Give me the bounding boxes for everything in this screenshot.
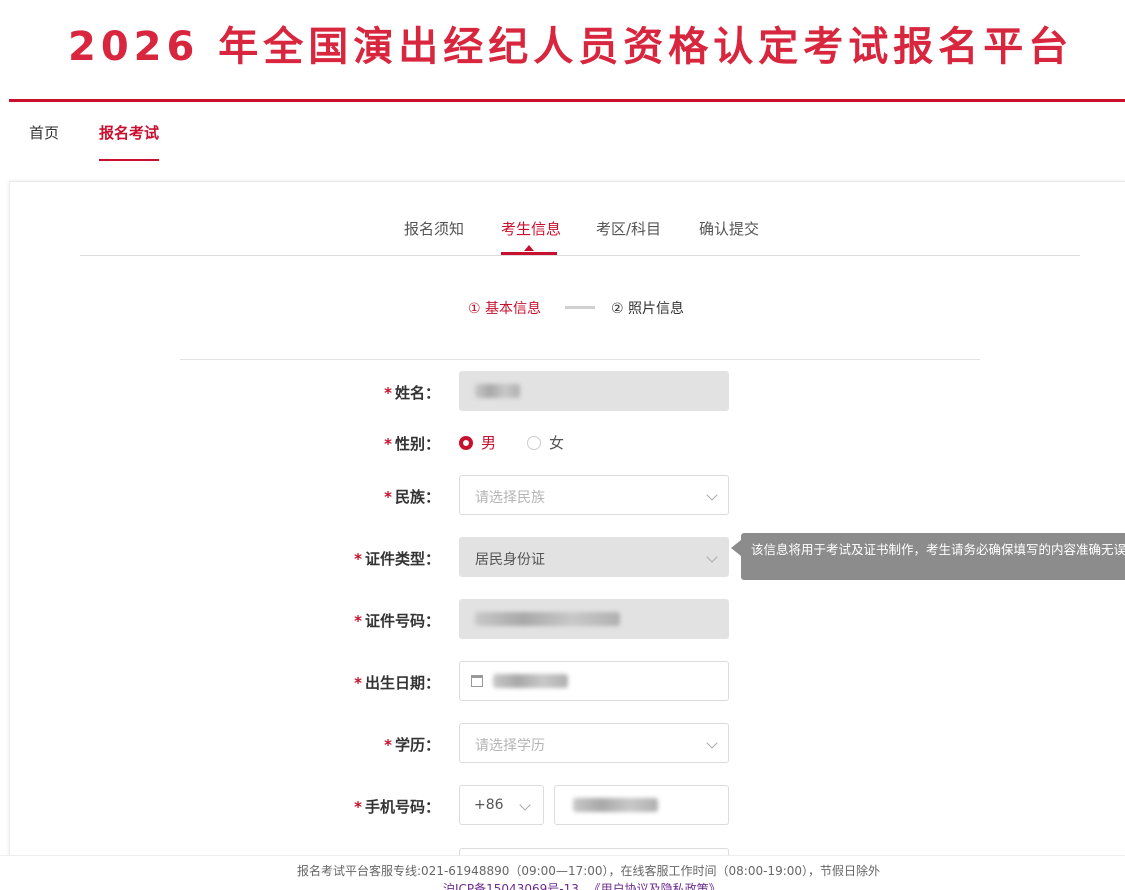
chevron-down-icon — [519, 799, 531, 811]
form-row-phone: * 手机号码： +86 — [0, 785, 1120, 825]
ethnicity-placeholder: 请选择民族 — [475, 490, 545, 506]
tab-exam-area-subject[interactable]: 考区/科目 — [596, 218, 661, 239]
nav-exam-link[interactable]: 报名考试 — [99, 122, 159, 143]
page: 2026 年全国演出经纪人员资格认定考试报名平台 首页 报名考试 报名须知 考生… — [0, 0, 1125, 890]
id-type-label: * 证件类型： — [354, 550, 440, 568]
header-banner: 2026 年全国演出经纪人员资格认定考试报名平台 — [0, 0, 1125, 102]
gender-male-radio[interactable]: 男 — [459, 432, 496, 453]
birth-date-label: * 出生日期： — [354, 674, 440, 692]
site-title: 2026 年全国演出经纪人员资格认定考试报名平台 — [68, 24, 1074, 70]
ethnicity-select[interactable]: 请选择民族 — [459, 475, 729, 515]
form-row-ethnicity: * 民族： 请选择民族 — [0, 475, 1120, 515]
phone-label: * 手机号码： — [354, 798, 440, 816]
form-row-id-number: * 证件号码： — [0, 599, 1120, 639]
step-separator — [565, 306, 595, 309]
tab-active-underline — [501, 252, 557, 255]
radio-checked-icon — [459, 436, 473, 450]
footer: 报名考试平台客服专线:021-61948890（09:00—17:00），在线客… — [0, 855, 1125, 890]
redacted-value — [493, 674, 568, 688]
phone-country-code-select[interactable]: +86 — [459, 785, 544, 825]
radio-unchecked-icon — [527, 436, 541, 450]
name-label: * 姓名： — [384, 384, 440, 402]
form-divider — [180, 359, 980, 360]
id-type-select[interactable]: 居民身份证 — [459, 537, 729, 577]
id-info-tooltip: 该信息将用于考试及证书制作，考生请务必确保填写的内容准确无误 — [741, 533, 1125, 580]
birth-date-picker[interactable] — [459, 661, 729, 701]
step-indicator: ① 基本信息 ② 照片信息 — [10, 294, 1125, 324]
phone-code-value: +86 — [474, 797, 504, 813]
footer-links: 沪ICP备15043069号-13 《用户协议及隐私政策》 — [443, 880, 721, 890]
phone-number-input[interactable] — [554, 785, 729, 825]
top-nav: 首页 报名考试 — [0, 102, 1125, 162]
education-placeholder: 请选择学历 — [475, 738, 545, 754]
registration-tabs: 报名须知 考生信息 考区/科目 确认提交 — [80, 214, 1080, 256]
form-row-birth-date: * 出生日期： — [0, 661, 1120, 701]
tab-confirm-submit[interactable]: 确认提交 — [699, 218, 759, 239]
icp-link[interactable]: 沪ICP备15043069号-13 — [443, 882, 579, 890]
redacted-value — [475, 384, 520, 398]
tab-active-caret — [524, 245, 534, 251]
privacy-policy-link[interactable]: 《用户协议及隐私政策》 — [589, 882, 721, 890]
tooltip-arrow — [731, 540, 741, 556]
form-row-education: * 学历： 请选择学历 — [0, 723, 1120, 763]
chevron-down-icon — [706, 737, 718, 749]
education-label: * 学历： — [384, 736, 440, 754]
id-type-value: 居民身份证 — [475, 552, 545, 568]
ethnicity-label: * 民族： — [384, 488, 440, 506]
nav-active-indicator — [99, 159, 159, 161]
redacted-value — [475, 612, 620, 626]
footer-hotline-text: 报名考试平台客服专线:021-61948890（09:00—17:00），在线客… — [297, 864, 881, 878]
gender-label: * 性别： — [384, 435, 440, 453]
calendar-icon — [471, 675, 483, 687]
step-basic-info: ① 基本信息 — [468, 301, 542, 317]
form-row-name: * 姓名： — [0, 371, 1120, 411]
step-photo-info: ② 照片信息 — [611, 301, 685, 317]
id-number-field[interactable] — [459, 599, 729, 639]
form-row-gender: * 性别： 男 女 — [0, 422, 1120, 462]
chevron-down-icon — [706, 551, 718, 563]
id-number-label: * 证件号码： — [354, 612, 440, 630]
gender-female-radio[interactable]: 女 — [527, 432, 564, 453]
chevron-down-icon — [706, 489, 718, 501]
name-field[interactable] — [459, 371, 729, 411]
redacted-value — [573, 798, 658, 812]
tab-candidate-info[interactable]: 考生信息 — [501, 218, 561, 239]
tab-notice[interactable]: 报名须知 — [404, 218, 464, 239]
nav-home-link[interactable]: 首页 — [29, 122, 59, 143]
education-select[interactable]: 请选择学历 — [459, 723, 729, 763]
